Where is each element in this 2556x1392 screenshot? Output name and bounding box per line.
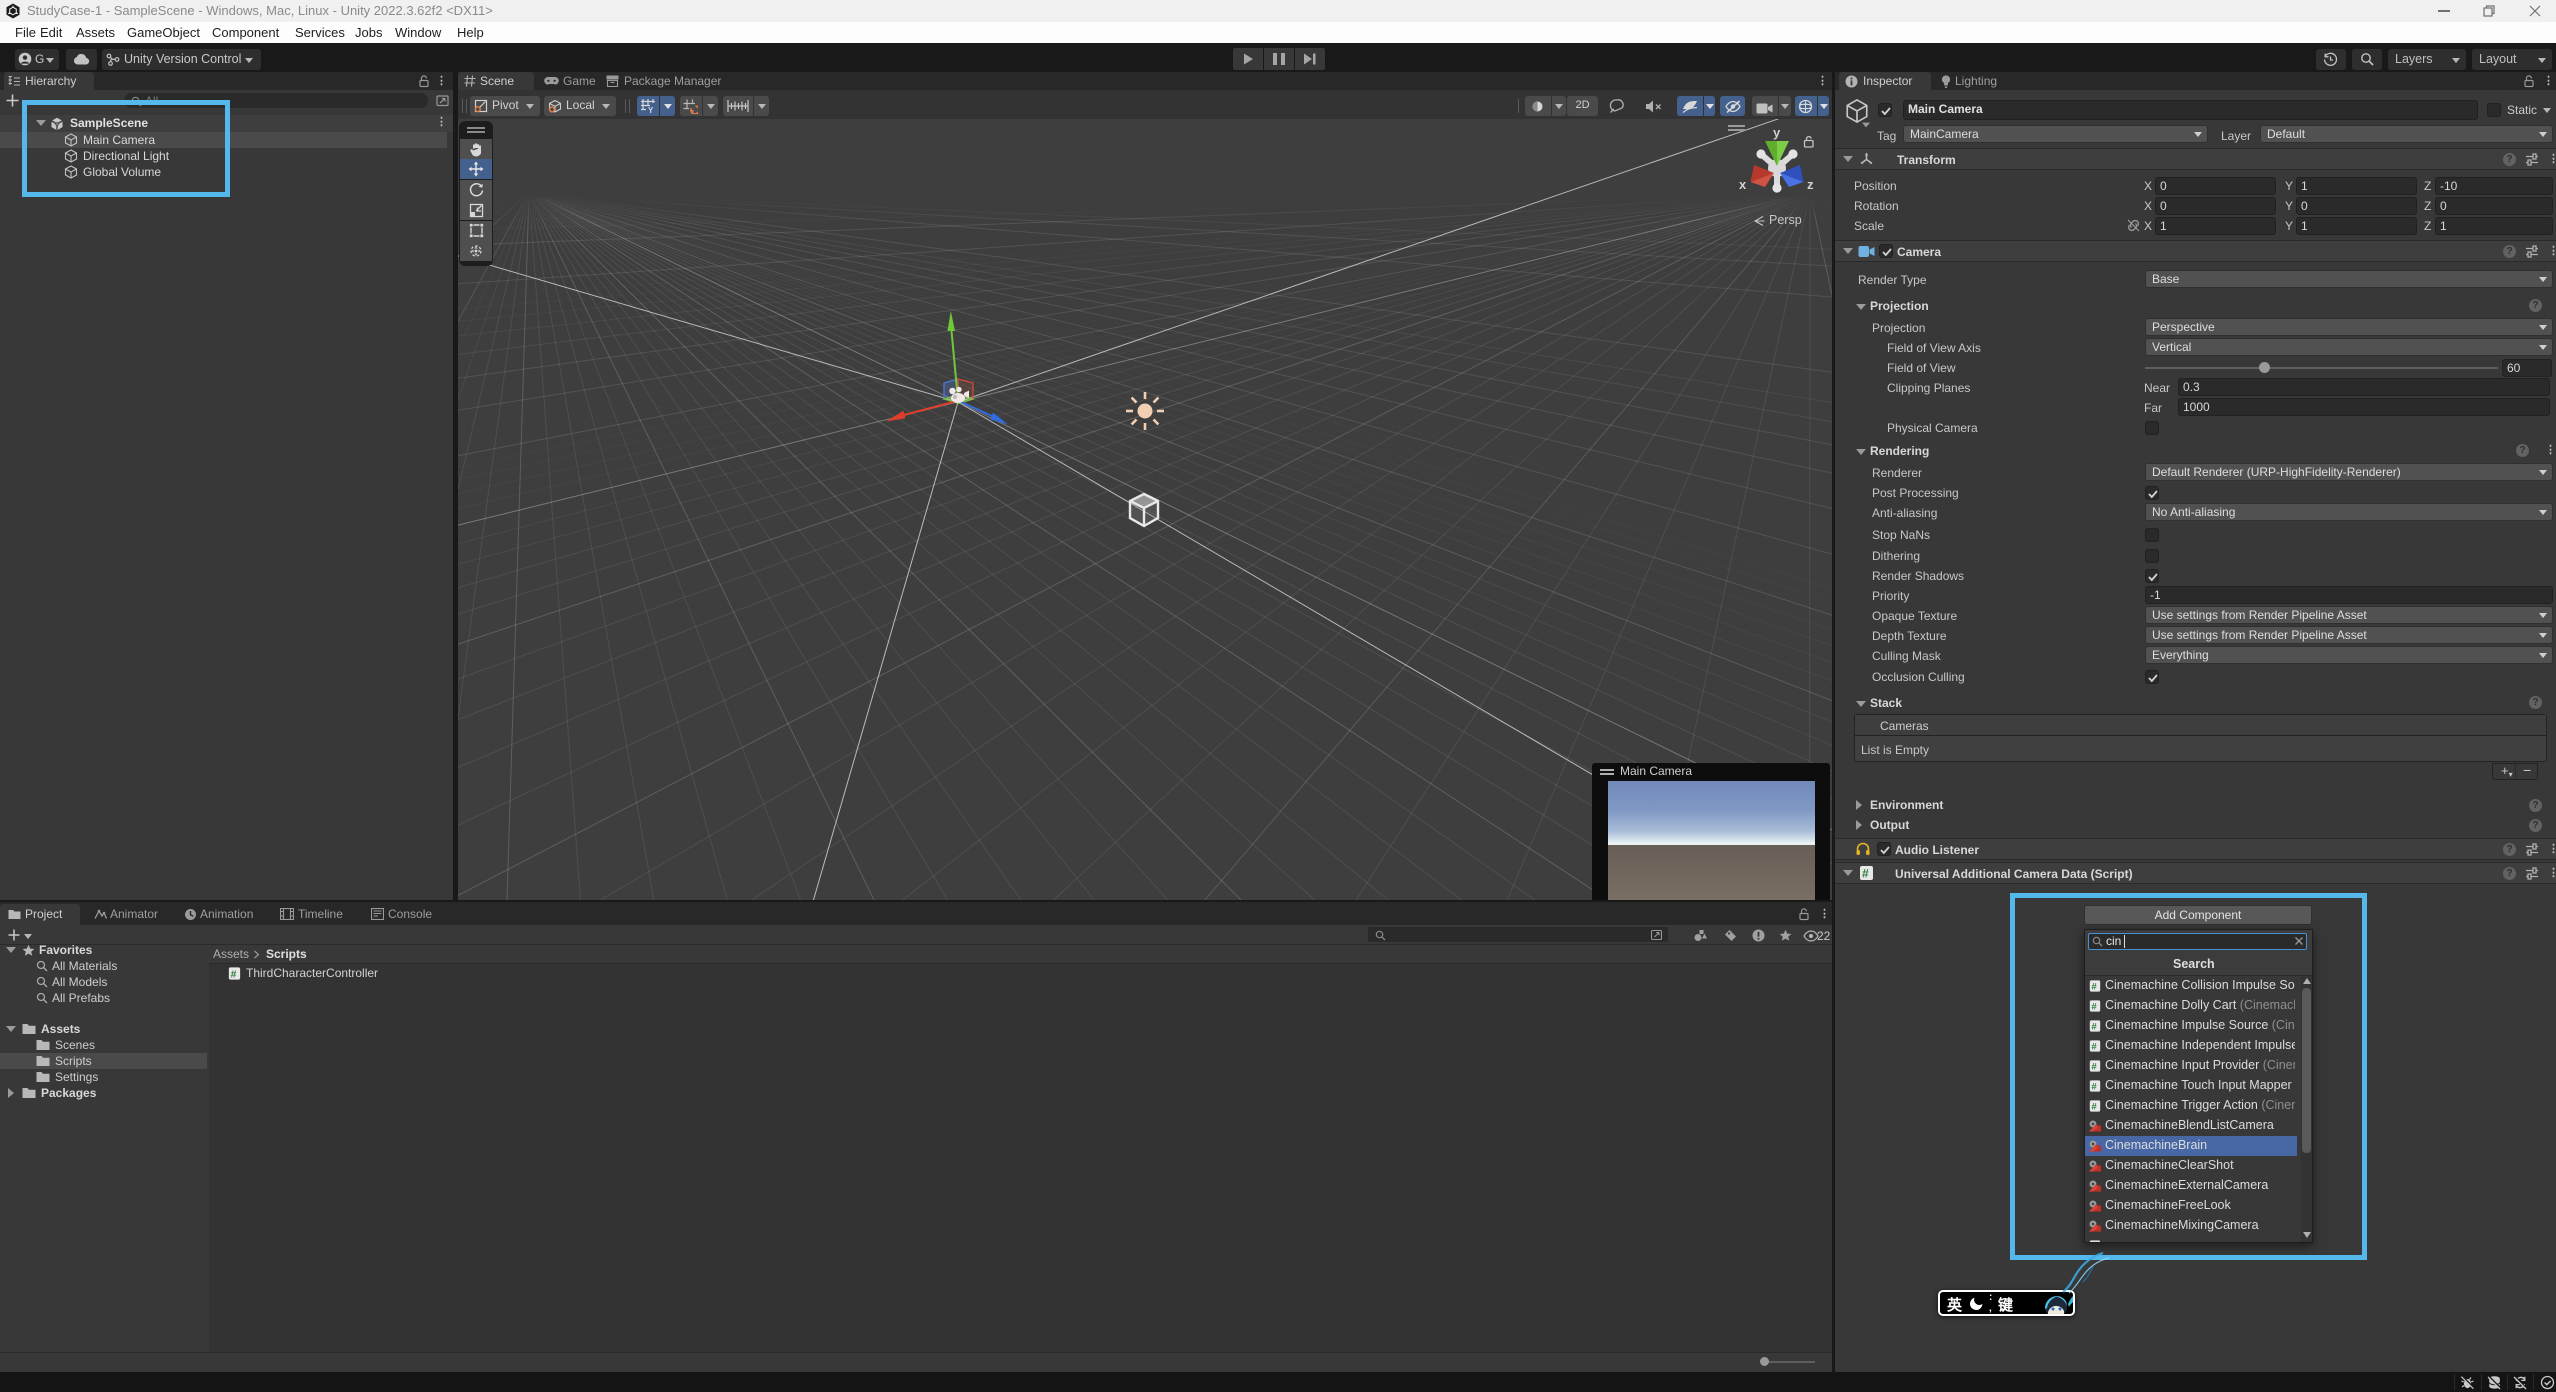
svg-text:#: #: [231, 969, 237, 980]
svg-text:Y: Y: [648, 106, 654, 114]
svg-text:x: x: [1739, 177, 1747, 192]
svg-text:#: #: [1862, 867, 1869, 881]
svg-text:y: y: [1773, 125, 1781, 140]
svg-text:z: z: [1807, 177, 1814, 192]
